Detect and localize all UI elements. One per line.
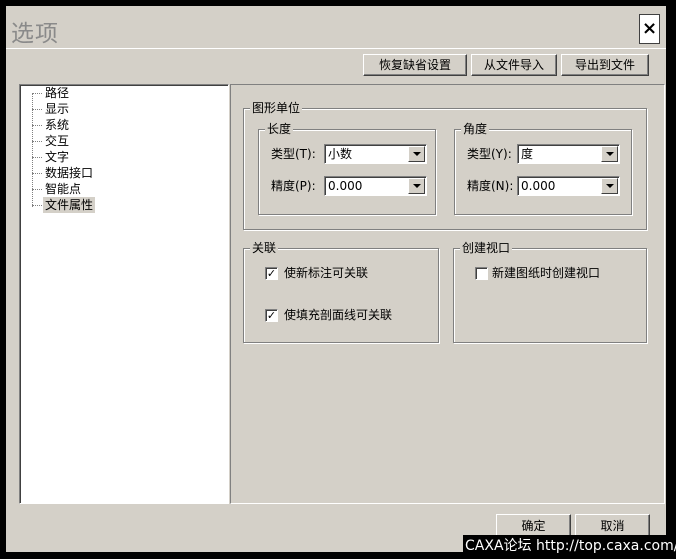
hatch-associate-label[interactable]: 使填充剖面线可关联 [284,307,392,323]
angle-group: 角度 类型(Y): 度 精度(N): 0.000 [454,122,632,215]
title-bar[interactable]: 选项 × [6,6,666,48]
length-type-label: 类型(T): [271,147,316,161]
options-tree[interactable]: 路径 显示 系统 交互 文字 数据接口 智能点 文件属性 [19,84,229,504]
viewport-group-title: 创建视口 [460,241,513,255]
close-button[interactable]: × [639,14,660,44]
tree-connector [32,205,42,206]
tree-item-display[interactable]: 显示 [45,101,69,117]
create-viewport-label[interactable]: 新建图纸时创建视口 [492,265,600,281]
viewport-group: 创建视口 新建图纸时创建视口 [453,241,647,343]
tree-item-text[interactable]: 文字 [45,149,69,165]
tree-connector [32,93,42,94]
length-precision-value: 0.000 [328,179,363,193]
chevron-down-icon[interactable] [601,146,618,162]
length-precision-label: 精度(P): [271,179,316,193]
close-icon: × [641,18,658,39]
title-separator [6,48,666,49]
export-to-file-button[interactable]: 导出到文件 [561,54,649,76]
tree-item-file-properties[interactable]: 文件属性 [43,197,96,213]
length-group-title: 长度 [265,122,294,136]
association-group-title: 关联 [250,241,279,255]
options-dialog: 选项 × 恢复缺省设置 从文件导入 导出到文件 路径 显示 系统 交互 文字 数… [6,6,666,552]
settings-panel: 图形单位 长度 类型(T): 小数 精度(P): 0.000 角度 类型(Y): [230,84,665,504]
tree-connector [32,173,42,174]
length-type-value: 小数 [328,147,353,161]
restore-defaults-button[interactable]: 恢复缺省设置 [363,54,467,76]
length-type-select[interactable]: 小数 [324,144,427,164]
tree-connector [32,189,42,190]
chevron-down-icon[interactable] [408,146,425,162]
chevron-down-icon[interactable] [408,178,425,194]
angle-precision-value: 0.000 [521,179,556,193]
association-group: 关联 ✓ 使新标注可关联 ✓ 使填充剖面线可关联 [243,241,439,343]
new-dimension-label[interactable]: 使新标注可关联 [284,265,368,281]
new-dimension-checkbox[interactable]: ✓ [265,267,278,280]
length-group: 长度 类型(T): 小数 精度(P): 0.000 [258,122,436,215]
tree-connector [32,125,42,126]
tree-connector [32,109,42,110]
dialog-title: 选项 [11,21,59,47]
tree-item-data-interface[interactable]: 数据接口 [45,165,93,181]
forum-watermark: CAXA论坛 http://top.caxa.com/ [463,535,676,555]
import-from-file-button[interactable]: 从文件导入 [471,54,557,76]
tree-item-system[interactable]: 系统 [45,117,69,133]
angle-type-label: 类型(Y): [467,147,512,161]
chevron-down-icon[interactable] [601,178,618,194]
angle-group-title: 角度 [461,122,490,136]
tree-item-interaction[interactable]: 交互 [45,133,69,149]
tree-item-path[interactable]: 路径 [45,85,69,101]
units-group-title: 图形单位 [250,101,303,115]
tree-connector [32,141,42,142]
angle-type-select[interactable]: 度 [517,144,620,164]
hatch-associate-checkbox[interactable]: ✓ [265,309,278,322]
units-group: 图形单位 长度 类型(T): 小数 精度(P): 0.000 角度 类型(Y): [243,101,647,230]
create-viewport-checkbox[interactable] [475,267,488,280]
length-precision-select[interactable]: 0.000 [324,176,427,196]
tree-connector [32,157,42,158]
angle-precision-label: 精度(N): [467,179,514,193]
tree-item-smart-point[interactable]: 智能点 [45,181,81,197]
angle-precision-select[interactable]: 0.000 [517,176,620,196]
angle-type-value: 度 [521,147,534,161]
